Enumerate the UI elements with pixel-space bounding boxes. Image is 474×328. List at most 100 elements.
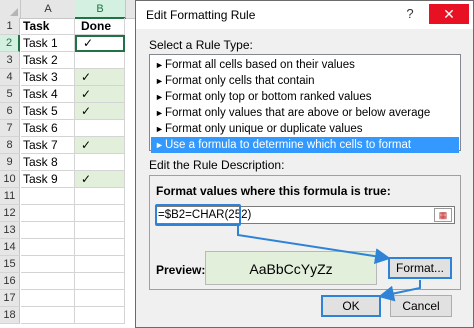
collapse-dialog-icon[interactable]: ▦ xyxy=(434,208,452,222)
rule-type-item[interactable]: ►Format only unique or duplicate values xyxy=(151,121,459,137)
spreadsheet: A B 1 Task Done 2 Task 1 ✓ 3 Task 2 4 Task 3 ✓ 5 Tas… xyxy=(0,0,140,328)
row-header[interactable]: 7 xyxy=(0,120,20,137)
dialog-title: Edit Formatting Rule xyxy=(146,8,256,22)
cell-a[interactable] xyxy=(21,205,75,222)
cell-b[interactable] xyxy=(75,256,125,273)
cell-a[interactable] xyxy=(21,256,75,273)
sheet-row: 7 Task 6 xyxy=(0,120,140,137)
cell-b[interactable]: ✓ xyxy=(75,171,125,188)
cell-b[interactable] xyxy=(75,154,125,171)
row-header[interactable]: 13 xyxy=(0,222,20,239)
cell-a[interactable]: Task 5 xyxy=(21,103,75,120)
arrow-right-icon: ► xyxy=(155,92,164,102)
cell-b[interactable]: ✓ xyxy=(75,103,125,120)
arrow-right-icon: ► xyxy=(155,60,164,70)
cell-b[interactable]: ✓ xyxy=(75,137,125,154)
cell-a[interactable] xyxy=(21,307,75,324)
close-icon[interactable]: ✕ xyxy=(429,4,469,24)
sheet-row: 5 Task 4 ✓ xyxy=(0,86,140,103)
cell-b[interactable] xyxy=(75,120,125,137)
cell-a[interactable] xyxy=(21,188,75,205)
select-all-corner[interactable] xyxy=(0,0,21,19)
row-header[interactable]: 4 xyxy=(0,69,20,86)
cell-a[interactable]: Task 4 xyxy=(21,86,75,103)
rule-type-label: Format only top or bottom ranked values xyxy=(165,91,372,103)
cell-a[interactable]: Task 1 xyxy=(21,35,75,52)
cell-b[interactable] xyxy=(75,205,125,222)
rule-type-label: Format all cells based on their values xyxy=(165,59,355,71)
sheet-row: 14 xyxy=(0,239,140,256)
sheet-row: 13 xyxy=(0,222,140,239)
rule-type-item[interactable]: ►Format only cells that contain xyxy=(151,73,459,89)
row-header[interactable]: 16 xyxy=(0,273,20,290)
rule-type-label: Use a formula to determine which cells t… xyxy=(165,139,412,151)
row-header[interactable]: 8 xyxy=(0,137,20,154)
row-header[interactable]: 17 xyxy=(0,290,20,307)
sheet-row: 8 Task 7 ✓ xyxy=(0,137,140,154)
arrow-right-icon: ► xyxy=(155,124,164,134)
cell-a[interactable] xyxy=(21,239,75,256)
cell-b[interactable]: Done xyxy=(75,18,125,35)
sheet-row: 10 Task 9 ✓ xyxy=(0,171,140,188)
cell-b[interactable] xyxy=(75,307,125,324)
cell-b-active[interactable]: ✓ xyxy=(75,35,125,52)
row-header[interactable]: 14 xyxy=(0,239,20,256)
rule-type-item[interactable]: ►Format only values that are above or be… xyxy=(151,105,459,121)
column-header-a[interactable]: A xyxy=(21,0,76,19)
row-header[interactable]: 1 xyxy=(0,18,20,35)
cell-a[interactable]: Task 3 xyxy=(21,69,75,86)
arrow-right-icon: ► xyxy=(155,108,164,118)
formula-highlight-frame xyxy=(155,204,241,226)
rule-type-label: Format only cells that contain xyxy=(165,75,315,87)
cell-b[interactable] xyxy=(75,273,125,290)
sheet-row: 15 xyxy=(0,256,140,273)
cell-a[interactable]: Task 2 xyxy=(21,52,75,69)
cell-a[interactable]: Task 8 xyxy=(21,154,75,171)
row-header[interactable]: 12 xyxy=(0,205,20,222)
cell-a[interactable]: Task xyxy=(21,18,75,35)
formula-input[interactable]: =$B2=CHAR(252) ▦ xyxy=(155,204,455,226)
preview-label: Preview: xyxy=(156,263,206,277)
cell-a[interactable] xyxy=(21,290,75,307)
cell-b[interactable] xyxy=(75,290,125,307)
row-header[interactable]: 18 xyxy=(0,307,20,324)
cell-b[interactable]: ✓ xyxy=(75,86,125,103)
title-bar: Edit Formatting Rule ? ✕ xyxy=(136,1,473,29)
help-icon[interactable]: ? xyxy=(402,6,418,22)
sheet-row: 17 xyxy=(0,290,140,307)
sheet-row: 11 xyxy=(0,188,140,205)
cell-a[interactable]: Task 7 xyxy=(21,137,75,154)
cell-a[interactable] xyxy=(21,273,75,290)
cell-a[interactable] xyxy=(21,222,75,239)
rule-type-list[interactable]: ►Format all cells based on their values … xyxy=(149,54,461,153)
cell-a[interactable]: Task 6 xyxy=(21,120,75,137)
row-header[interactable]: 3 xyxy=(0,52,20,69)
formula-label: Format values where this formula is true… xyxy=(156,184,391,198)
row-header[interactable]: 11 xyxy=(0,188,20,205)
row-header[interactable]: 5 xyxy=(0,86,20,103)
format-button[interactable]: Format... xyxy=(388,257,452,279)
column-header-b[interactable]: B xyxy=(75,0,126,19)
cell-b[interactable] xyxy=(75,188,125,205)
row-header[interactable]: 6 xyxy=(0,103,20,120)
rule-type-label: Format only unique or duplicate values xyxy=(165,123,363,135)
ok-button[interactable]: OK xyxy=(321,295,381,317)
arrow-right-icon: ► xyxy=(155,140,164,150)
cell-b[interactable] xyxy=(75,239,125,256)
row-header[interactable]: 2 xyxy=(0,35,20,52)
rule-type-item[interactable]: ►Format all cells based on their values xyxy=(151,57,459,73)
row-header[interactable]: 9 xyxy=(0,154,20,171)
preview-box: AaBbCcYyZz xyxy=(205,251,377,285)
cell-a[interactable]: Task 9 xyxy=(21,171,75,188)
sheet-row: 4 Task 3 ✓ xyxy=(0,69,140,86)
sheet-row: 16 xyxy=(0,273,140,290)
row-header[interactable]: 15 xyxy=(0,256,20,273)
cell-b[interactable]: ✓ xyxy=(75,69,125,86)
rule-type-item-selected[interactable]: ►Use a formula to determine which cells … xyxy=(151,137,459,153)
cell-b[interactable] xyxy=(75,52,125,69)
row-header[interactable]: 10 xyxy=(0,171,20,188)
sheet-row: 18 xyxy=(0,307,140,324)
cancel-button[interactable]: Cancel xyxy=(390,295,452,317)
cell-b[interactable] xyxy=(75,222,125,239)
rule-type-item[interactable]: ►Format only top or bottom ranked values xyxy=(151,89,459,105)
